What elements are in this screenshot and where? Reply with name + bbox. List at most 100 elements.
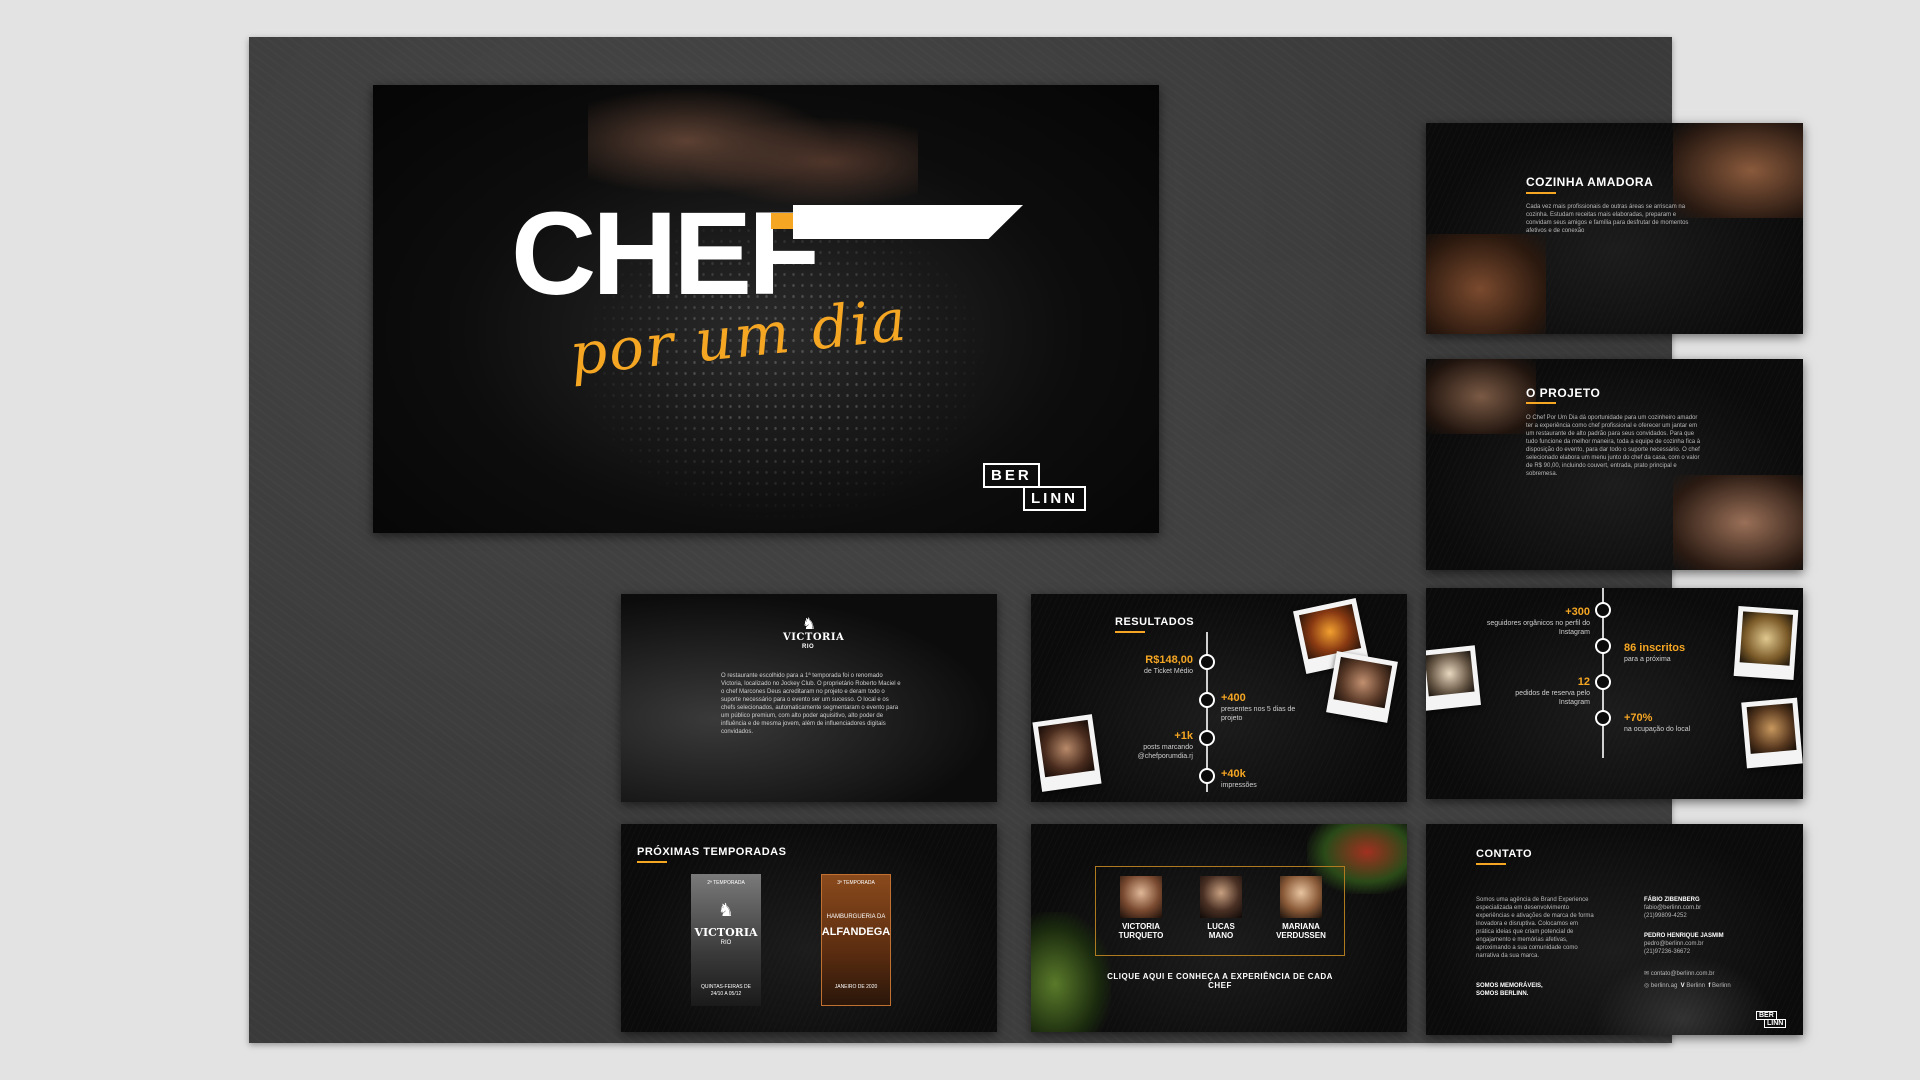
social-links: ◎ berlinn.ag V Berlinn f Berlinn [1644,982,1794,990]
stat-presentes: +400 presentes nos 5 dias de projeto [1221,692,1296,722]
timeline-dot [1199,730,1215,746]
women-photo [1673,475,1803,570]
chef-first-name: LUCAS [1207,922,1235,931]
stat-reservas: 12 pedidos de reserva pelo Instagram [1515,676,1590,706]
avatar [1120,876,1162,918]
photo-guests [1326,651,1398,723]
slide-chefs[interactable]: VICTORIA TURQUETO LUCAS MANO MARIANA VER… [1031,824,1407,1032]
chef-card-lucas[interactable]: LUCAS MANO [1191,876,1251,940]
slide-resultados-2[interactable]: +300 seguidores orgânicos no perfil do In… [1426,588,1803,799]
chef-card-victoria[interactable]: VICTORIA TURQUETO [1111,876,1171,940]
stat-ocupacao: +70% na ocupação do local [1624,712,1691,733]
poster-season: 2ª TEMPORADA [707,880,745,886]
slide-title: CONTATO [1476,848,1533,860]
chef-last-name: VERDUSSEN [1276,931,1326,940]
slide-paragraph: O restaurante escolhido para a 1ª tempor… [721,673,901,735]
timeline-dot [1595,638,1611,654]
contact-name: FÁBIO ZIBENBERG [1644,897,1700,903]
slide-victoria[interactable]: ♞ VICTORIA RIO O restaurante escolhido p… [621,594,997,802]
facebook-link[interactable]: Berlinn [1712,983,1731,989]
stat-posts: +1k posts marcando @chefporumdia.rj [1137,730,1193,760]
slide-title: PRÓXIMAS TEMPORADAS [637,846,787,858]
knife-shape [793,205,1023,239]
poster-alfandega[interactable]: 3ª TEMPORADA HAMBURGUERIA DA ALFANDEGA J… [821,874,891,1006]
poster-name-top: HAMBURGUERIA DA [826,914,886,920]
poster-victoria[interactable]: 2ª TEMPORADA ♞ VICTORIA RIO QUINTAS-FEIR… [691,874,761,1006]
chefs-cta-link[interactable]: CLIQUE AQUI E CONHEÇA A EXPERIÊNCIA DE C… [1095,972,1345,990]
photo-friends [1032,714,1102,792]
photo-plate [1733,605,1799,681]
presentation-board: CHEF por um dia BER LINN COZINHA AMADORA… [249,37,1803,1043]
slide-contato[interactable]: CONTATO Somos uma agência de Brand Exper… [1426,824,1803,1035]
title-underline [1115,631,1145,633]
stat-ticket: R$148,00 de Ticket Médio [1143,654,1193,675]
contact-phone[interactable]: (21)97236-36672 [1644,949,1690,955]
title-underline [1526,402,1556,404]
timeline-dot [1595,674,1611,690]
poster-sub: RIO [720,940,732,946]
avatar [1280,876,1322,918]
berlinn-logo: BER LINN [983,463,1113,521]
vimeo-link[interactable]: Berlinn [1686,983,1705,989]
poster-date: QUINTAS-FEIRAS DE 24/10 A 05/12 [701,984,751,997]
slide-resultados[interactable]: RESULTADOS R$148,00 de Ticket Médio +400 p… [1031,594,1407,802]
berlinn-logo-bottom: LINN [1023,486,1086,511]
timeline-dot [1595,602,1611,618]
instagram-link[interactable]: berlinn.ag [1651,983,1677,989]
slide-title: RESULTADOS [1115,616,1195,628]
avatar [1200,876,1242,918]
contact-pedro: PEDRO HENRIQUE JASMIM pedro@berlinn.com.… [1644,932,1774,956]
smoke-texture [1593,955,1773,1035]
contact-name: PEDRO HENRIQUE JASMIM [1644,933,1724,939]
title-underline [637,861,667,863]
contact-fabio: FÁBIO ZIBENBERG fabio@berlinn.com.br (21… [1644,896,1774,920]
timeline-dot [1199,654,1215,670]
slide-o-projeto[interactable]: O PROJETO O Chef Por Um Dia dá oportunid… [1426,359,1803,570]
instagram-icon: ◎ [1644,983,1650,989]
chef-last-name: MANO [1208,931,1234,940]
title-underline [1526,192,1556,194]
berlinn-logo-top: BER [983,463,1040,488]
stat-seguidores: +300 seguidores orgânicos no perfil do In… [1486,606,1590,636]
chef-first-name: VICTORIA [1121,922,1161,931]
timeline-dot [1199,692,1215,708]
timeline-dot [1199,768,1215,784]
brand-bottom: LINN [1764,1019,1787,1028]
stat-impressoes: +40k impressões [1221,768,1257,789]
mail-icon: ✉ [1644,971,1650,977]
victoria-logo-sub: RIO [802,644,815,650]
about-paragraph: Somos uma agência de Brand Experience es… [1476,897,1594,959]
poster-date: JANEIRO DE 2020 [834,984,878,990]
chef-card-mariana[interactable]: MARIANA VERDUSSEN [1271,876,1331,940]
timeline-dot [1595,710,1611,726]
contact-email[interactable]: fabio@berlinn.com.br [1644,905,1701,911]
kitchen-photo [1426,234,1546,334]
title-underline [1476,863,1506,865]
facebook-icon: f [1708,983,1711,989]
group-photo [1426,359,1536,434]
stat-inscritos: 86 inscritos para a próxima [1624,642,1686,663]
slide-paragraph: O Chef Por Um Dia dá oportunidade para u… [1526,415,1701,477]
slide-cozinha-amadora[interactable]: COZINHA AMADORA Cada vez mais profission… [1426,123,1803,334]
general-email[interactable]: contato@berlinn.com.br [1651,971,1715,977]
tagline-2: SOMOS BERLINN. [1476,991,1529,997]
contact-general: ✉ contato@berlinn.com.br [1644,970,1784,978]
berlinn-small-logo: BER LINN [1756,1011,1787,1028]
tagline-1: SOMOS MEMORÁVEIS, [1476,983,1543,989]
photo-dish [1426,645,1481,711]
slide-title: COZINHA AMADORA [1526,175,1654,189]
contact-email[interactable]: pedro@berlinn.com.br [1644,941,1703,947]
poster-name: VICTORIA [694,926,758,939]
slide-cover[interactable]: CHEF por um dia BER LINN [373,85,1159,533]
chef-last-name: TURQUETO [1118,931,1164,940]
vimeo-icon: V [1680,983,1685,989]
chef-first-name: MARIANA [1282,922,1320,931]
photo-table [1741,697,1803,769]
horse-icon: ♞ [717,900,735,920]
slide-title: O PROJETO [1526,386,1601,400]
contact-phone[interactable]: (21)99809-4252 [1644,913,1687,919]
poster-name: ALFANDEGA [821,926,891,938]
slide-proximas-temporadas[interactable]: PRÓXIMAS TEMPORADAS 2ª TEMPORADA ♞ VICTO… [621,824,997,1032]
slide-paragraph: Cada vez mais profissionais de outras ár… [1526,204,1689,234]
poster-season: 3ª TEMPORADA [837,880,875,886]
